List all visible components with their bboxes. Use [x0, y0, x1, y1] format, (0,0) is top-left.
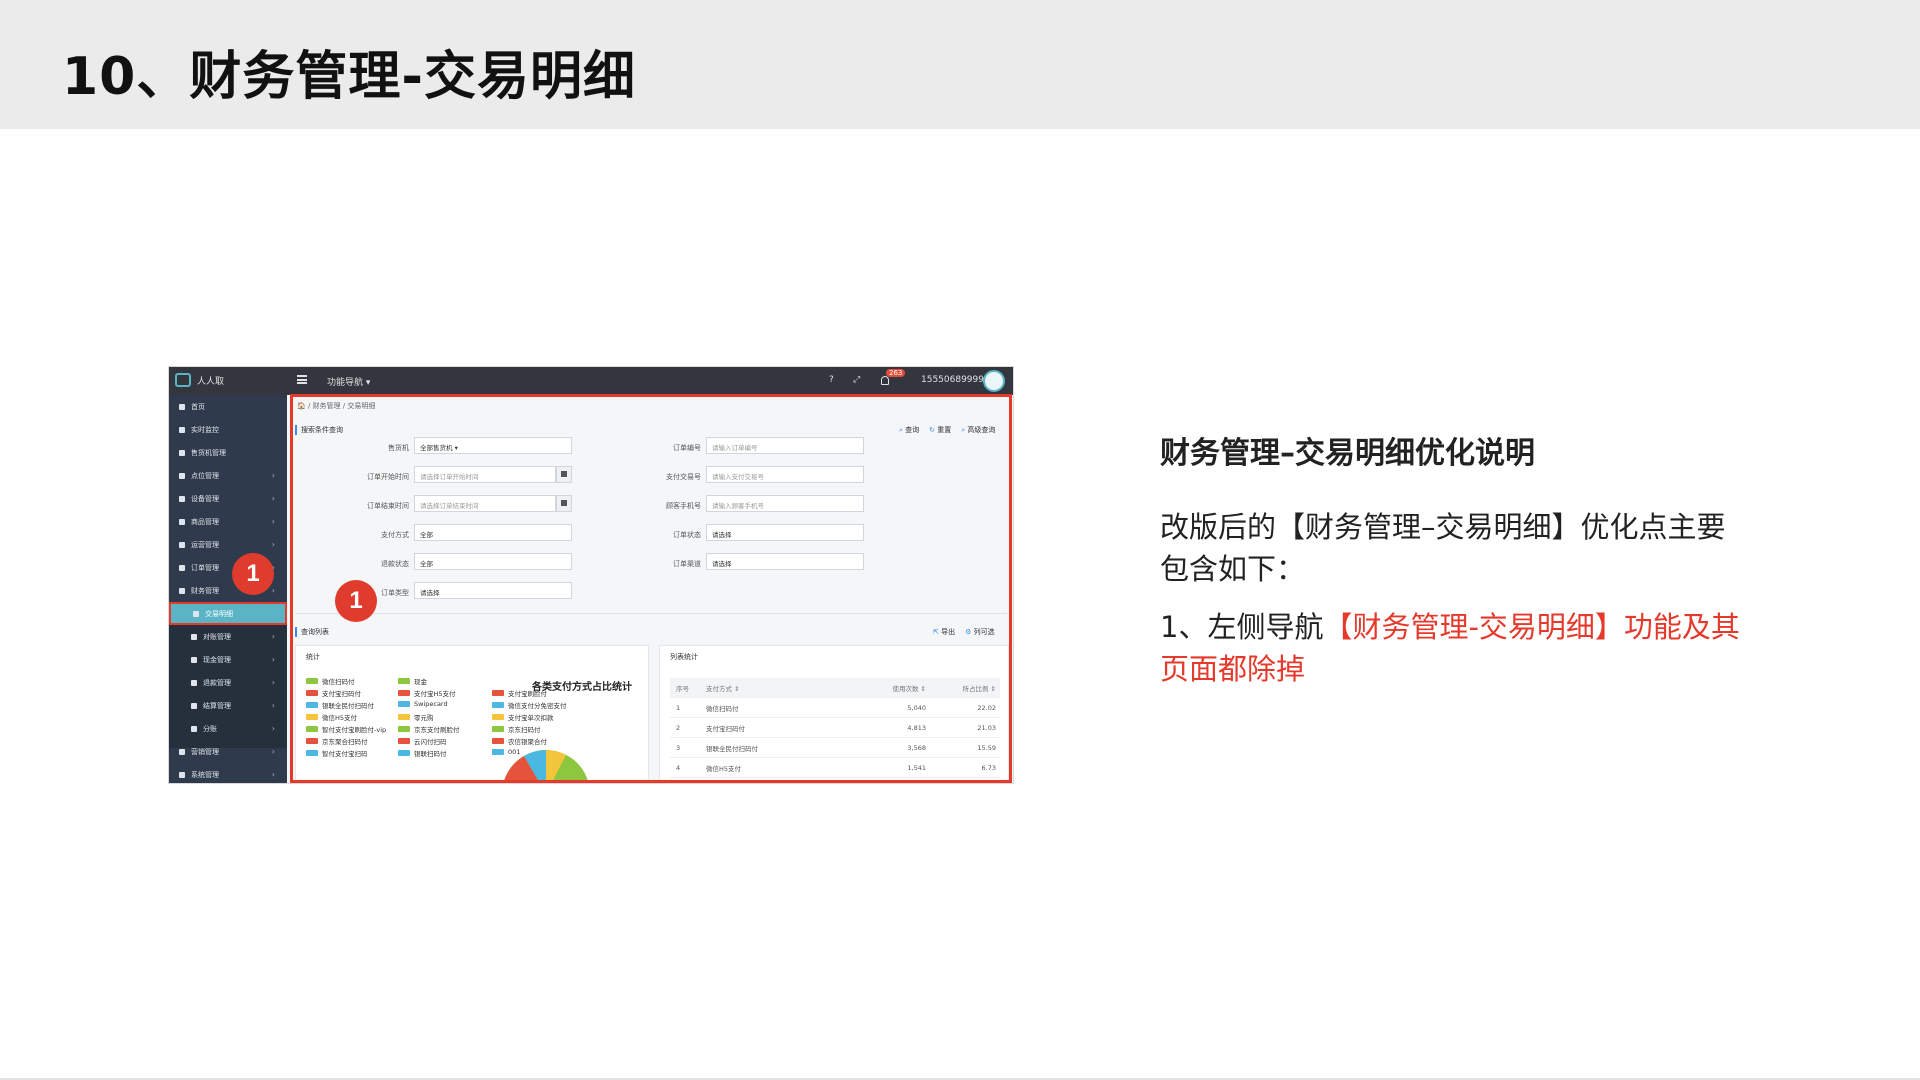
sidebar-item-label: 运营管理 [191, 540, 219, 549]
marketing-icon [179, 748, 185, 755]
app-screenshot: 人人取 功能导航 ▾ ? ⤢ 263 15550689999 ▾ 首页 实时监控… [168, 366, 1014, 784]
flag-icon [179, 541, 185, 548]
slide-header: 10、财务管理-交易明细 [0, 0, 1920, 129]
chevron-right-icon: › [271, 724, 275, 733]
sidebar-item-vending[interactable]: 售货机管理 [169, 441, 287, 464]
note-point: 1、左侧导航【财务管理-交易明细】功能及其页面都除掉 [1160, 606, 1740, 690]
highlight-frame [290, 394, 1012, 783]
document-icon [193, 610, 199, 617]
brand-logo-icon [175, 373, 191, 387]
sidebar-item-label: 系统管理 [191, 770, 219, 779]
system-icon [179, 771, 185, 778]
monitor-icon [179, 426, 185, 433]
sidebar-item-label: 商品管理 [191, 517, 219, 526]
sidebar-item-label: 结算管理 [203, 701, 231, 710]
vending-icon [179, 449, 185, 456]
sidebar-item-label: 现金管理 [203, 655, 231, 664]
refund-icon [191, 679, 197, 686]
sidebar-item-reconciliation[interactable]: 对账管理 › [169, 625, 287, 648]
note-point-prefix: 1、左侧导航 [1160, 610, 1324, 644]
top-bar: 人人取 功能导航 ▾ ? ⤢ 263 15550689999 ▾ [169, 367, 1013, 395]
split-icon [191, 725, 197, 732]
sidebar-item-label: 首页 [191, 402, 205, 411]
sidebar-item-location[interactable]: 点位管理 › [169, 464, 287, 487]
help-icon[interactable]: ? [829, 375, 834, 385]
product-icon [179, 518, 185, 525]
home-icon [179, 403, 185, 410]
brand[interactable]: 人人取 [175, 373, 224, 387]
sidebar-item-label: 点位管理 [191, 471, 219, 480]
chevron-right-icon: › [271, 494, 275, 503]
chevron-right-icon: › [271, 678, 275, 687]
sidebar-item-label: 实时监控 [191, 425, 219, 434]
sidebar-item-label: 对账管理 [203, 632, 231, 641]
brand-name: 人人取 [197, 376, 225, 387]
cash-icon [191, 656, 197, 663]
sidebar-item-device[interactable]: 设备管理 › [169, 487, 287, 510]
sidebar-item-cash[interactable]: 现金管理 › [169, 648, 287, 671]
function-nav-dropdown[interactable]: 功能导航 ▾ [327, 375, 370, 388]
sidebar-item-label: 营销管理 [191, 747, 219, 756]
sidebar-item-label: 售货机管理 [191, 448, 226, 457]
sidebar-item-transaction-detail[interactable]: 交易明细 [169, 602, 287, 625]
menu-toggle-icon[interactable] [297, 375, 307, 384]
sidebar-item-system[interactable]: 系统管理 › [169, 763, 287, 783]
sidebar-item-marketing[interactable]: 营销管理 › [169, 740, 287, 763]
chevron-right-icon: › [271, 770, 275, 779]
sidebar-item-settlement[interactable]: 结算管理 › [169, 694, 287, 717]
sidebar: 首页 实时监控 售货机管理 点位管理 › 设备管理 › 商品管理 › 运营管理 › 订单… [169, 395, 287, 783]
notification-bell-icon[interactable] [881, 376, 889, 385]
user-menu[interactable]: 15550689999 ▾ [921, 375, 991, 385]
sidebar-item-home[interactable]: 首页 [169, 395, 287, 418]
notification-badge: 263 [886, 369, 906, 377]
location-icon [179, 472, 185, 479]
chevron-right-icon: › [271, 517, 275, 526]
settlement-icon [191, 702, 197, 709]
chevron-right-icon: › [271, 655, 275, 664]
chevron-right-icon: › [271, 632, 275, 641]
note-body: 改版后的【财务管理–交易明细】优化点主要包含如下： [1160, 510, 1726, 586]
sidebar-item-label: 退款管理 [203, 678, 231, 687]
slide-title: 10、财务管理-交易明细 [62, 47, 636, 107]
note-heading: 财务管理–交易明细优化说明 [1160, 436, 1535, 471]
reconcile-icon [191, 633, 197, 640]
fullscreen-icon[interactable]: ⤢ [853, 375, 860, 385]
sidebar-item-refund[interactable]: 退款管理 › [169, 671, 287, 694]
annotation-marker: 1 [335, 580, 377, 622]
finance-icon [179, 587, 185, 594]
sidebar-item-monitor[interactable]: 实时监控 [169, 418, 287, 441]
chevron-right-icon: › [271, 540, 275, 549]
sidebar-item-operation[interactable]: 运营管理 › [169, 533, 287, 556]
chevron-right-icon: › [271, 471, 275, 480]
chevron-right-icon: › [271, 747, 275, 756]
chevron-down-icon: › [271, 586, 275, 595]
sidebar-item-split[interactable]: 分账 › [169, 717, 287, 740]
device-icon [179, 495, 185, 502]
avatar[interactable] [983, 370, 1005, 392]
sidebar-item-label: 财务管理 [191, 586, 219, 595]
annotation-marker: 1 [232, 553, 274, 595]
sidebar-item-label: 设备管理 [191, 494, 219, 503]
sidebar-item-label: 分账 [203, 724, 217, 733]
order-icon [179, 564, 185, 571]
sidebar-item-label: 订单管理 [191, 563, 219, 572]
chevron-right-icon: › [271, 701, 275, 710]
sidebar-item-label: 交易明细 [205, 609, 233, 618]
sidebar-item-product[interactable]: 商品管理 › [169, 510, 287, 533]
